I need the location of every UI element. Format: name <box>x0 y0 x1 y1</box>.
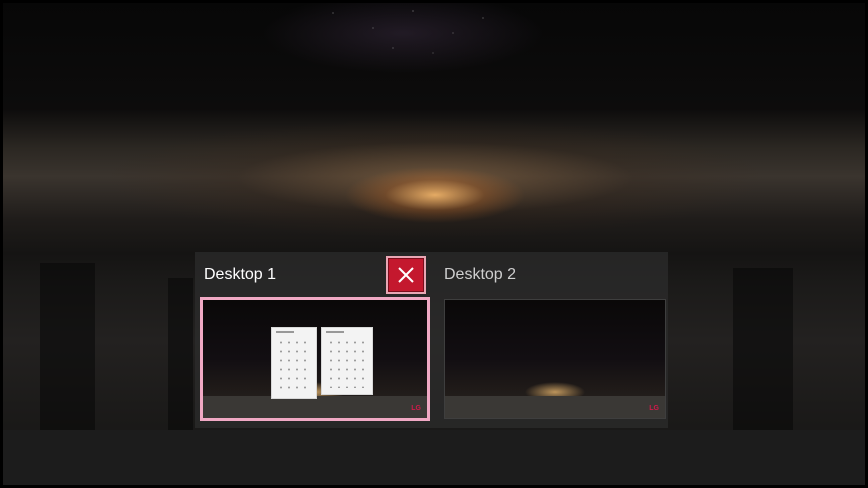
desktop-1-thumbnail[interactable]: LG <box>200 297 430 421</box>
screen: Desktop 1 Desktop 2 LG LG <box>0 0 868 488</box>
desktop-2-thumbnail[interactable]: LG <box>444 299 666 419</box>
wallpaper-pillar <box>733 268 793 433</box>
window-content <box>327 338 367 388</box>
lg-logo: LG <box>411 405 421 412</box>
thumbnail-ground <box>203 396 427 418</box>
window-title-bar <box>276 331 294 333</box>
wallpaper-pillar <box>40 263 95 433</box>
window-title-bar <box>326 331 344 333</box>
taskbar-area <box>3 430 865 485</box>
thumbnail-ground <box>445 396 665 418</box>
calendar-window-preview[interactable] <box>321 327 373 395</box>
close-icon <box>398 267 414 283</box>
desktop-1-label[interactable]: Desktop 1 <box>204 266 276 284</box>
close-desktop-1-button[interactable] <box>386 256 426 294</box>
calculator-window-preview[interactable] <box>271 327 317 399</box>
wallpaper-stars <box>313 3 513 63</box>
desktop-2-label[interactable]: Desktop 2 <box>444 266 516 284</box>
wallpaper-pillar <box>168 278 193 433</box>
lg-logo: LG <box>649 405 659 412</box>
window-content <box>277 338 311 392</box>
